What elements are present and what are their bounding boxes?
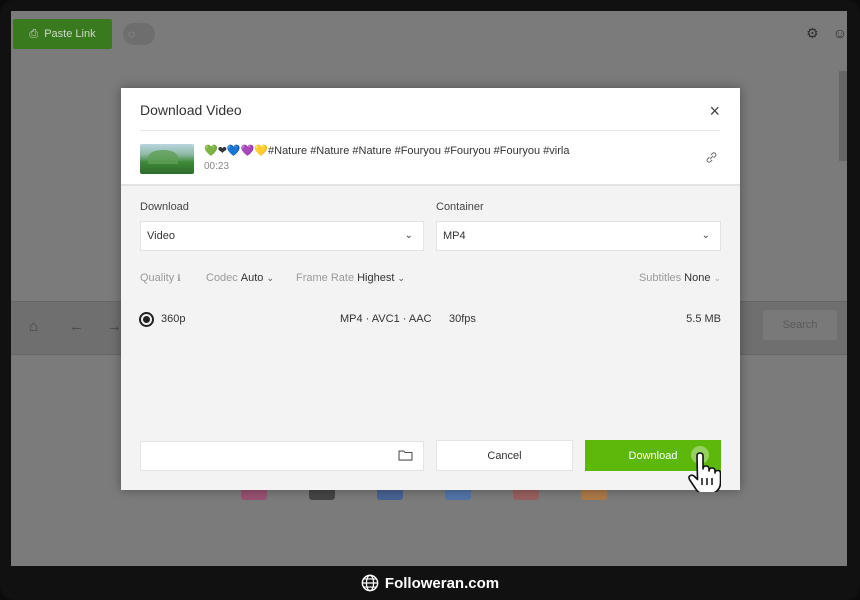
smart-mode-toggle[interactable]: ◌ [123, 23, 155, 45]
globe-icon [361, 574, 379, 592]
chevron-down-icon: ⌄ [404, 230, 413, 241]
chevron-down-icon: ⌄ [713, 272, 721, 283]
search-button[interactable]: Search [763, 310, 837, 340]
download-type-select[interactable]: Video ⌄ [140, 221, 424, 251]
quality-fps: 30fps [449, 313, 476, 325]
download-type-label: Download [140, 201, 189, 213]
codec-label: Codec [206, 272, 238, 284]
video-thumbnail [140, 144, 194, 174]
scrollbar[interactable] [839, 71, 847, 161]
subtitles-value: None [684, 272, 711, 284]
folder-icon[interactable] [398, 449, 413, 461]
quality-format: MP4 · AVC1 · AAC [340, 313, 432, 325]
chevron-down-icon: ⌄ [701, 230, 710, 241]
paste-link-button[interactable]: ⎙ Paste Link [13, 19, 112, 49]
close-button[interactable]: × [709, 101, 720, 122]
codec-dropdown[interactable]: Codec Auto ⌄ [206, 272, 274, 284]
watermark-text: Followeran.com [384, 574, 500, 592]
divider [140, 130, 720, 131]
quality-size: 5.5 MB [686, 313, 721, 325]
settings-icon[interactable]: ⚙ [806, 25, 819, 42]
container-label: Container [436, 201, 484, 213]
download-dialog: Download Video × 💚❤💙💜💛#Nature #Nature #N… [121, 88, 740, 490]
dialog-title: Download Video [140, 102, 242, 118]
options-row: Quality ℹ Codec Auto ⌄ Frame Rate Highes… [140, 272, 721, 288]
bulb-icon: ◌ [128, 27, 136, 41]
forward-icon[interactable]: → [107, 318, 122, 335]
top-right-icons: ⚙ ☺ [806, 25, 847, 42]
link-icon[interactable] [705, 151, 718, 167]
chevron-down-icon: ⌄ [266, 272, 274, 283]
frame-rate-dropdown[interactable]: Frame Rate Highest ⌄ [296, 272, 405, 284]
subtitles-dropdown[interactable]: Subtitles None ⌄ [639, 272, 721, 284]
download-button-label: Download [628, 449, 678, 462]
subtitles-label: Subtitles [638, 272, 682, 284]
home-icon[interactable]: ⌂ [29, 318, 38, 335]
download-type-value: Video [147, 230, 175, 242]
quality-label: Quality [140, 272, 175, 284]
container-select[interactable]: MP4 ⌄ [436, 221, 721, 251]
paste-icon: ⎙ [29, 27, 39, 40]
frame-rate-value: Highest [357, 272, 395, 284]
container-value: MP4 [443, 230, 466, 242]
hand-cursor-icon [688, 452, 721, 492]
dialog-header: Download Video × 💚❤💙💜💛#Nature #Nature #N… [121, 88, 740, 186]
quality-resolution: 360p [161, 313, 186, 325]
quality-option-row[interactable]: 360p MP4 · AVC1 · AAC 30fps 5.5 MB [139, 312, 721, 328]
watermark-footer: Followeran.com [0, 566, 860, 600]
codec-value: Auto [240, 272, 264, 284]
quality-radio[interactable] [139, 312, 154, 327]
chevron-down-icon: ⌄ [397, 272, 405, 283]
video-title: 💚❤💙💜💛#Nature #Nature #Nature #Fouryou #F… [204, 145, 570, 157]
back-icon[interactable]: ← [69, 318, 84, 335]
info-icon: ℹ [177, 272, 181, 283]
frame-rate-label: Frame Rate [296, 272, 355, 284]
quality-option[interactable]: Quality ℹ [140, 272, 181, 284]
user-icon[interactable]: ☺ [833, 25, 847, 42]
cancel-button[interactable]: Cancel [436, 440, 573, 471]
video-duration: 00:23 [204, 161, 230, 172]
save-path-field[interactable] [140, 441, 424, 471]
paste-link-label: Paste Link [44, 28, 96, 40]
